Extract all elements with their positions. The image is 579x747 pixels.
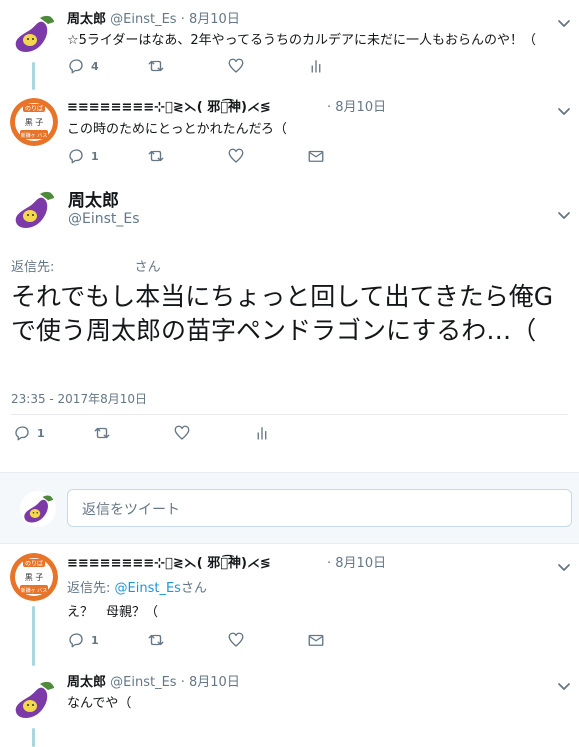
- retweet-icon: [147, 631, 165, 649]
- thread-connector: [32, 62, 35, 90]
- tweet-date[interactable]: 8月10日: [189, 675, 240, 690]
- user-avatar-eggplant[interactable]: [10, 186, 58, 234]
- like-button[interactable]: [227, 631, 245, 649]
- user-handle[interactable]: @Einst_Es: [110, 675, 176, 690]
- tweet-actions: 1: [67, 147, 367, 167]
- tweet-text: え？ 母親？（: [67, 605, 159, 620]
- tweet-date[interactable]: 8月10日: [189, 12, 240, 27]
- reply-input[interactable]: 返信をツイート: [67, 489, 572, 527]
- reply-icon: [67, 57, 85, 75]
- retweet-icon: [147, 57, 165, 75]
- reply-to-line: 返信先: さん: [11, 256, 161, 275]
- thread-connector: [32, 606, 35, 666]
- heart-icon: [227, 631, 245, 649]
- reply-count: 1: [91, 149, 99, 163]
- mail-icon: [307, 631, 325, 649]
- separator-dot: ·: [327, 556, 332, 571]
- direct-message-button[interactable]: [307, 631, 325, 649]
- tweet-text: それでもし本当にちょっと回して出てきたら俺Gで使う周太郎の苗字ペンドラゴンにする…: [11, 282, 554, 345]
- reply-count: 4: [91, 59, 99, 73]
- analytics-button[interactable]: [253, 424, 271, 442]
- user-avatar-badge[interactable]: [10, 98, 58, 146]
- tweet-actions: 1: [13, 424, 313, 444]
- like-button[interactable]: [227, 147, 245, 165]
- thread-connector: [32, 728, 35, 747]
- retweet-icon: [147, 147, 165, 165]
- stats-icon: [307, 57, 325, 75]
- display-name[interactable]: ≡≡≡≡≡≡≡≡⊹ཽ≷⋋( 邪ཀ͡神)⋌≶: [67, 556, 271, 571]
- reply-count: 1: [91, 633, 99, 647]
- reply-button[interactable]: 4: [67, 57, 99, 75]
- reply-to-suffix: さん: [134, 260, 161, 275]
- display-name[interactable]: 周太郎: [68, 186, 119, 211]
- tweet-actions: 4: [67, 57, 367, 77]
- reply-to-handle-link[interactable]: @Einst_Es: [115, 581, 181, 596]
- reply-button[interactable]: 1: [67, 147, 99, 165]
- retweet-button[interactable]: [147, 147, 165, 165]
- like-button[interactable]: [227, 57, 245, 75]
- separator-dot: ·: [180, 675, 185, 690]
- tweet-date[interactable]: 8月10日: [335, 100, 386, 115]
- retweet-button[interactable]: [147, 57, 165, 75]
- heart-icon: [227, 57, 245, 75]
- my-avatar: [20, 491, 56, 527]
- retweet-button[interactable]: [147, 631, 165, 649]
- chevron-down-icon[interactable]: [557, 102, 571, 112]
- reply-composer: 返信をツイート: [0, 472, 579, 544]
- separator-dot: ·: [327, 100, 332, 115]
- tweet-header: ≡≡≡≡≡≡≡≡⊹ཽ≷⋋( 邪ཀ͡神)⋌≶: [67, 552, 271, 571]
- tweet-header: ≡≡≡≡≡≡≡≡⊹ཽ≷⋋( 邪ཀ͡神)⋌≶: [67, 96, 271, 115]
- like-button[interactable]: [173, 424, 191, 442]
- heart-icon: [173, 424, 191, 442]
- chevron-down-icon[interactable]: [557, 558, 571, 568]
- tweet-text: ☆5ライダーはなあ、2年やってるうちのカルデアに未だに一人もおらんのや！（: [67, 33, 537, 48]
- reply-to-line: 返信先: @Einst_Esさん: [67, 577, 207, 596]
- tweet-text: なんでや（: [67, 696, 132, 711]
- reply-to-suffix: さん: [180, 581, 207, 596]
- user-avatar-badge[interactable]: [10, 553, 58, 601]
- stats-icon: [253, 424, 271, 442]
- direct-message-button[interactable]: [307, 147, 325, 165]
- user-handle[interactable]: @Einst_Es: [110, 12, 176, 27]
- tweet-date[interactable]: 8月10日: [335, 556, 386, 571]
- reply-icon: [67, 147, 85, 165]
- chevron-down-icon[interactable]: [557, 677, 571, 687]
- tweet-meta: · 8月10日: [327, 552, 386, 571]
- display-name[interactable]: 周太郎: [67, 675, 106, 690]
- user-avatar-eggplant[interactable]: [10, 10, 58, 58]
- retweet-icon: [93, 424, 111, 442]
- reply-button[interactable]: 1: [67, 631, 99, 649]
- user-avatar-eggplant[interactable]: [10, 676, 58, 724]
- chevron-down-icon[interactable]: [557, 206, 571, 216]
- tweet-text: この時のためにとっとかれたんだろ（: [67, 122, 287, 137]
- reply-to-label: 返信先:: [11, 260, 55, 275]
- tweet-timestamp[interactable]: 23:35 - 2017年8月10日: [11, 390, 147, 407]
- reply-button[interactable]: 1: [13, 424, 45, 442]
- retweet-button[interactable]: [93, 424, 111, 442]
- divider: [11, 414, 568, 415]
- mail-icon: [307, 147, 325, 165]
- reply-icon: [67, 631, 85, 649]
- tweet-header: 周太郎 @Einst_Es · 8月10日: [67, 8, 240, 27]
- chevron-down-icon[interactable]: [557, 14, 571, 24]
- separator-dot: ·: [180, 12, 185, 27]
- display-name[interactable]: 周太郎: [67, 12, 106, 27]
- tweet-header: 周太郎 @Einst_Es · 8月10日: [67, 671, 240, 690]
- analytics-button[interactable]: [307, 57, 325, 75]
- reply-count: 1: [37, 426, 45, 440]
- tweet-actions: 1: [67, 631, 367, 651]
- reply-icon: [13, 424, 31, 442]
- user-handle[interactable]: @Einst_Es: [68, 211, 140, 227]
- tweet-meta: · 8月10日: [327, 96, 386, 115]
- display-name[interactable]: ≡≡≡≡≡≡≡≡⊹ཽ≷⋋( 邪ཀ͡神)⋌≶: [67, 100, 271, 115]
- reply-to-label: 返信先:: [67, 581, 111, 596]
- heart-icon: [227, 147, 245, 165]
